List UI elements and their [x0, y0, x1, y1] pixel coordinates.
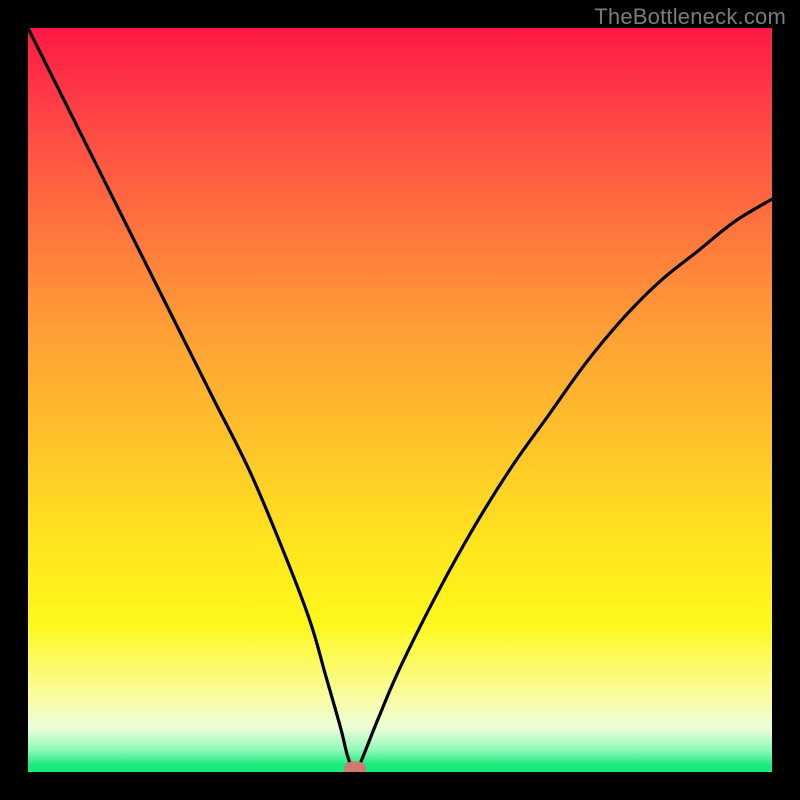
bottleneck-curve: [28, 28, 772, 772]
plot-area: [28, 28, 772, 772]
watermark-text: TheBottleneck.com: [594, 4, 786, 30]
curve-svg: [28, 28, 772, 772]
optimum-marker: [344, 762, 366, 773]
chart-frame: TheBottleneck.com: [0, 0, 800, 800]
